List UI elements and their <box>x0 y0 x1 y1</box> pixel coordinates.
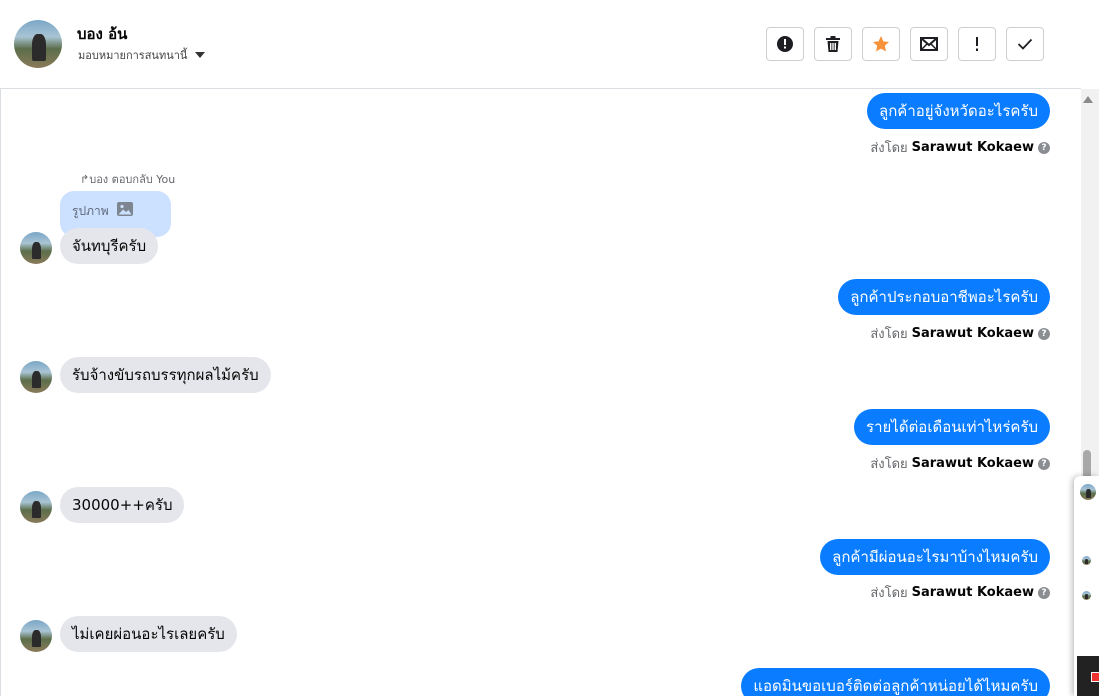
outgoing-message[interactable]: รายได้ต่อเดือนเท่าไหร่ครับ <box>854 409 1050 445</box>
contact-name[interactable]: บอง อ้น <box>77 22 127 46</box>
sender-name: Sarawut Kokaew <box>911 585 1034 600</box>
sender-name: Sarawut Kokaew <box>911 456 1034 471</box>
trash-icon <box>826 36 840 52</box>
check-icon <box>1017 38 1033 50</box>
help-icon[interactable]: ? <box>1038 327 1050 340</box>
caret-down-icon <box>195 52 206 58</box>
message-thread[interactable]: ลูกค้าอยู่จังหวัดอะไรครับ ส่งโดย Sarawut… <box>0 89 1081 696</box>
incoming-message[interactable]: 30000++ครับ <box>60 487 185 523</box>
contact-avatar[interactable] <box>1080 484 1096 500</box>
conversation-header: บอง อ้น มอบหมายการสนทนานี้ <box>0 0 1081 89</box>
assign-conversation-dropdown[interactable]: มอบหมายการสนทนานี้ <box>78 46 206 64</box>
sent-by-label: ส่งโดย Sarawut Kokaew ? <box>870 582 1050 603</box>
star-button[interactable] <box>862 27 900 61</box>
mark-spam-button[interactable] <box>766 27 804 61</box>
mark-done-button[interactable] <box>1006 27 1044 61</box>
contact-avatar[interactable] <box>1082 556 1091 565</box>
sent-by-prefix: ส่งโดย <box>870 457 908 472</box>
star-icon <box>873 36 889 52</box>
outgoing-message[interactable]: ลูกค้ามีผ่อนอะไรมาบ้างไหมครับ <box>820 539 1050 575</box>
follow-up-button[interactable] <box>958 27 996 61</box>
mark-unread-button[interactable] <box>910 27 948 61</box>
contact-avatar[interactable] <box>1082 591 1091 600</box>
incoming-message[interactable]: ไม่เคยผ่อนอะไรเลยครับ <box>60 616 237 652</box>
contact-avatar[interactable] <box>20 361 52 393</box>
calendar-icon[interactable] <box>1077 656 1099 696</box>
sent-by-label: ส่งโดย Sarawut Kokaew ? <box>870 453 1050 474</box>
outgoing-message[interactable]: แอดมินขอเบอร์ติดต่อลูกค้าหน่อยได้ไหมครับ <box>741 668 1050 696</box>
sent-by-prefix: ส่งโดย <box>870 327 908 342</box>
alert-circle-icon <box>777 36 793 52</box>
incoming-message[interactable]: จันทบุรีครับ <box>60 228 159 264</box>
assign-label: มอบหมายการสนทนานี้ <box>78 49 188 62</box>
reply-quote-text: รูปภาพ <box>72 204 109 218</box>
conversation-toolbar <box>766 27 1044 61</box>
sent-by-prefix: ส่งโดย <box>870 141 908 156</box>
contact-avatar[interactable] <box>14 20 62 68</box>
sent-by-label: ส่งโดย Sarawut Kokaew ? <box>870 137 1050 158</box>
sent-by-prefix: ส่งโดย <box>870 586 908 601</box>
reply-arrow-icon: ↱ <box>80 173 90 186</box>
image-icon <box>116 202 133 216</box>
sender-name: Sarawut Kokaew <box>911 140 1034 155</box>
help-icon[interactable]: ? <box>1038 141 1050 154</box>
contact-avatar[interactable] <box>20 491 52 523</box>
reply-note: ↱บอง ตอบกลับ You <box>80 173 176 186</box>
outgoing-message[interactable]: ลูกค้าประกอบอาชีพอะไรครับ <box>838 279 1050 315</box>
contact-avatar[interactable] <box>20 232 52 264</box>
sender-name: Sarawut Kokaew <box>911 326 1034 341</box>
help-icon[interactable]: ? <box>1038 457 1050 470</box>
help-icon[interactable]: ? <box>1038 586 1050 599</box>
scroll-up-arrow-icon[interactable] <box>1083 96 1093 103</box>
exclamation-icon <box>976 37 978 51</box>
sent-by-label: ส่งโดย Sarawut Kokaew ? <box>870 323 1050 344</box>
envelope-icon <box>920 37 938 51</box>
outgoing-message[interactable]: ลูกค้าอยู่จังหวัดอะไรครับ <box>867 93 1050 129</box>
delete-button[interactable] <box>814 27 852 61</box>
contact-avatar[interactable] <box>20 620 52 652</box>
incoming-message[interactable]: รับจ้างขับรถบรรทุกผลไม้ครับ <box>60 357 271 393</box>
